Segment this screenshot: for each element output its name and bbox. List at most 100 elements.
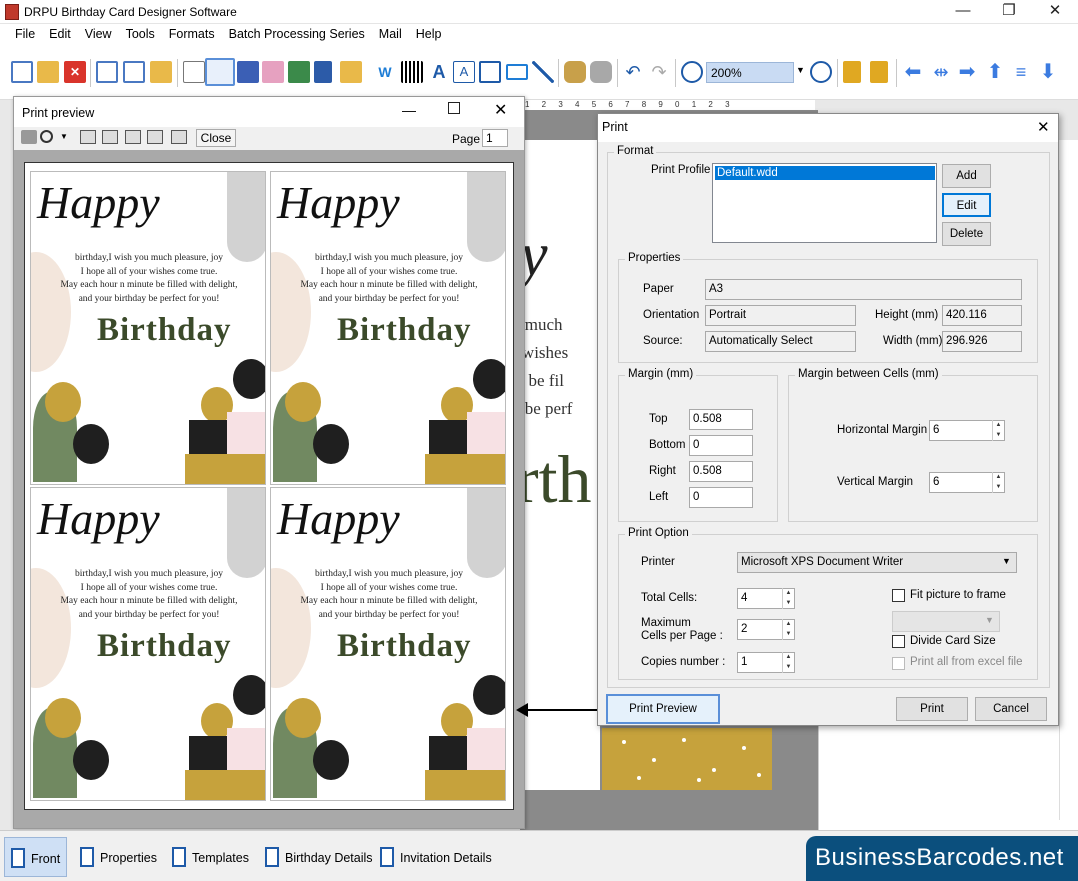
divide-card-checkbox[interactable] — [892, 635, 905, 648]
edit-profile-button[interactable]: Edit — [942, 193, 991, 217]
top-margin-input[interactable]: 0.508 — [689, 409, 753, 430]
one-page-icon[interactable] — [80, 130, 96, 144]
gift-icon[interactable] — [262, 61, 284, 83]
card-happy-text: Happy — [37, 493, 160, 544]
arrow-left-icon[interactable]: ⬅ — [902, 61, 924, 83]
app-icon — [5, 4, 19, 20]
close-button[interactable]: ✕ — [1032, 0, 1078, 24]
close-file-icon[interactable]: ✕ — [64, 61, 86, 83]
line-icon[interactable] — [532, 61, 554, 83]
envelope-icon[interactable] — [506, 64, 528, 80]
flip-icon[interactable]: ⇹ — [930, 61, 952, 83]
maximize-button[interactable]: ❐ — [986, 0, 1032, 24]
open-folder-icon[interactable] — [150, 61, 172, 83]
left-margin-input[interactable]: 0 — [689, 487, 753, 508]
print-icon[interactable] — [21, 130, 37, 144]
arrow-down-icon[interactable]: ⬇ — [1037, 61, 1059, 83]
arrow-up-icon[interactable]: ⬆ — [984, 61, 1006, 83]
print-profile-list[interactable]: Default.wdd — [712, 163, 937, 243]
print-preview-button[interactable]: Print Preview — [606, 694, 720, 724]
pen-icon[interactable] — [314, 61, 332, 83]
tab-invitation-details[interactable]: Invitation Details — [374, 837, 492, 877]
chevron-down-icon[interactable]: ▼ — [796, 65, 805, 75]
width-label: Width (mm) — [883, 335, 943, 347]
lock-icon[interactable] — [843, 61, 861, 83]
minimize-button[interactable]: — — [402, 102, 416, 118]
undo-icon[interactable]: ↶ — [622, 61, 644, 83]
spinner-icon[interactable]: ▲ ▼ — [782, 588, 794, 609]
card-message: birthday,I wish you much pleasure, joy I … — [300, 253, 478, 304]
spinner-icon[interactable]: ▲ ▼ — [992, 420, 1004, 441]
print-button[interactable]: Print — [896, 697, 968, 721]
maximize-button[interactable] — [448, 102, 460, 114]
chevron-down-icon[interactable]: ▼ — [60, 132, 68, 141]
minimize-button[interactable]: — — [940, 0, 986, 24]
tab-birthday-details[interactable]: Birthday Details — [259, 837, 373, 877]
format-legend: Format — [614, 145, 657, 157]
preview-close-button[interactable]: Close — [196, 129, 236, 147]
menu-mail[interactable]: Mail — [372, 24, 409, 41]
spinner-icon[interactable]: ▲ ▼ — [782, 652, 794, 673]
picture-icon[interactable] — [288, 61, 310, 83]
six-pages-icon[interactable] — [171, 130, 187, 144]
cancel-button[interactable]: Cancel — [975, 697, 1047, 721]
menu-tools[interactable]: Tools — [119, 24, 162, 41]
save-icon[interactable] — [96, 61, 118, 83]
word-art-icon[interactable]: W — [374, 61, 396, 83]
menu-file[interactable]: File — [8, 24, 42, 41]
spinner-icon[interactable]: ▲ ▼ — [782, 619, 794, 640]
close-icon[interactable]: ✕ — [494, 100, 507, 120]
open-icon[interactable] — [37, 61, 59, 83]
magnify-icon[interactable] — [40, 130, 53, 143]
right-margin-input[interactable]: 0.508 — [689, 461, 753, 482]
tab-front[interactable]: Front — [4, 837, 67, 877]
chevron-down-icon[interactable]: ▼ — [1002, 556, 1011, 566]
tab-templates[interactable]: Templates — [166, 837, 249, 877]
zoom-out-icon[interactable] — [810, 61, 832, 83]
tab-properties[interactable]: Properties — [74, 837, 157, 877]
card-birthday-text: Birthday — [97, 312, 232, 348]
arrow-right-icon[interactable]: ➡ — [956, 61, 978, 83]
unlock-icon[interactable] — [870, 61, 888, 83]
templates-icon — [172, 847, 186, 867]
add-profile-button[interactable]: Add — [942, 164, 991, 188]
format-group: Format Print Profile Default.wdd Add Edi… — [607, 145, 1050, 688]
menu-help[interactable]: Help — [409, 24, 449, 41]
menu-formats[interactable]: Formats — [162, 24, 222, 41]
save-as-icon[interactable] — [123, 61, 145, 83]
align-icon[interactable]: ≡ — [1010, 61, 1032, 83]
print-icon[interactable] — [205, 58, 235, 86]
properties-legend: Properties — [625, 252, 684, 264]
new-icon[interactable] — [11, 61, 33, 83]
zoom-in-icon[interactable] — [681, 61, 703, 83]
menu-batch-processing[interactable]: Batch Processing Series — [222, 24, 372, 41]
fit-picture-checkbox[interactable] — [892, 589, 905, 602]
image-text-icon[interactable]: A — [453, 61, 475, 83]
signature-icon[interactable] — [479, 61, 501, 83]
bottom-margin-input[interactable]: 0 — [689, 435, 753, 456]
profile-item-default[interactable]: Default.wdd — [715, 166, 935, 180]
spinner-icon[interactable]: ▲ ▼ — [992, 472, 1004, 493]
page-number-input[interactable]: 1 — [482, 129, 508, 147]
properties-icon[interactable] — [183, 61, 205, 83]
database-2-icon[interactable] — [590, 61, 612, 83]
barcode-icon[interactable] — [401, 61, 423, 83]
layers-icon[interactable] — [237, 61, 259, 83]
card-canvas[interactable]: y u much r wishes te be fil y be perf rt… — [512, 140, 600, 790]
card-birthday-text: Birthday — [337, 628, 472, 664]
page-label: Page — [452, 132, 481, 146]
zoom-select[interactable]: 200% — [706, 62, 794, 83]
title-bar: DRPU Birthday Card Designer Software — ❐… — [0, 0, 1078, 24]
database-icon[interactable] — [564, 61, 586, 83]
shapes-icon[interactable] — [340, 61, 362, 83]
text-icon[interactable]: A — [428, 61, 450, 83]
four-pages-icon[interactable] — [147, 130, 163, 144]
close-icon[interactable]: ✕ — [1037, 118, 1050, 136]
three-pages-icon[interactable] — [125, 130, 141, 144]
redo-icon[interactable]: ↷ — [648, 61, 670, 83]
menu-view[interactable]: View — [78, 24, 119, 41]
delete-profile-button[interactable]: Delete — [942, 222, 991, 246]
two-pages-icon[interactable] — [102, 130, 118, 144]
menu-edit[interactable]: Edit — [42, 24, 78, 41]
printer-select[interactable]: Microsoft XPS Document Writer — [737, 552, 1017, 573]
